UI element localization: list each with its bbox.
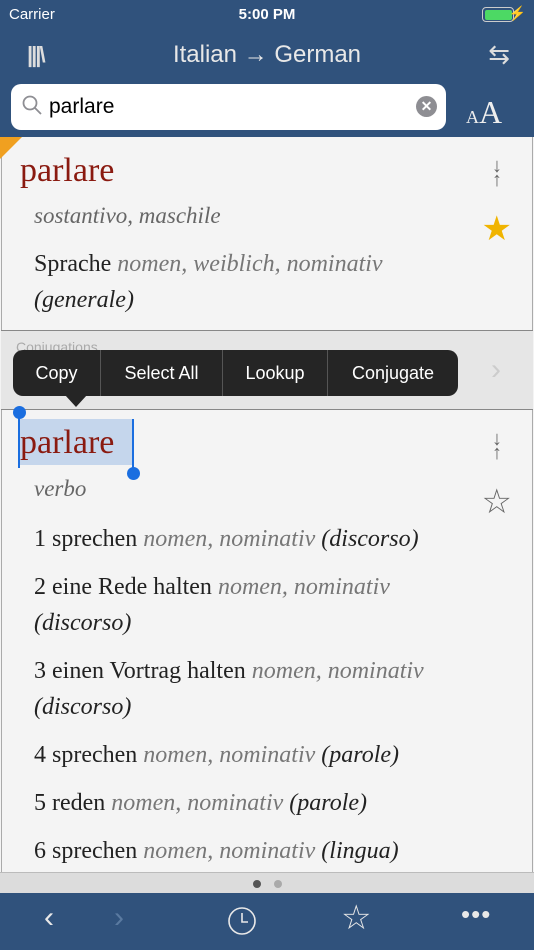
menu-select-all[interactable]: Select All — [101, 350, 223, 396]
collapse-icon[interactable]: ↓ ↑ — [492, 156, 502, 190]
context: (generale) — [34, 287, 134, 313]
favorite-corner-badge — [0, 137, 22, 159]
sense-context: (parole) — [321, 742, 400, 768]
sense-context: (discorso) — [34, 694, 132, 720]
charging-icon: ⚡ — [508, 5, 526, 21]
selection-knob-start[interactable] — [13, 406, 26, 419]
sense-grammar: nomen, nominativ — [217, 574, 390, 600]
forward-icon[interactable]: › — [114, 901, 124, 935]
clock: 5:00 PM — [238, 6, 296, 23]
part-of-speech: verbo — [34, 476, 87, 501]
back-icon[interactable]: ‹ — [44, 901, 54, 935]
sense-number: 6 — [34, 838, 46, 864]
page-dot — [274, 880, 282, 888]
search-icon — [22, 95, 42, 115]
star-filled-icon[interactable]: ★ — [482, 209, 512, 249]
status-bar: Carrier 5:00 PM ⚡ — [0, 4, 534, 26]
chevron-right-icon: › — [491, 353, 501, 386]
sense-translation: reden — [52, 790, 106, 816]
clear-icon[interactable]: ✕ — [416, 96, 437, 117]
star-outline-icon[interactable]: ☆ — [482, 482, 512, 522]
selection-handle-start[interactable] — [18, 413, 20, 468]
sense-number: 3 — [34, 658, 46, 684]
context-menu-arrow — [65, 395, 87, 407]
context-menu: Copy Select All Lookup Conjugate — [13, 350, 458, 396]
sense-item: 6 sprechen nomen, nominativ (lingua) — [34, 833, 472, 869]
sense-number: 2 — [34, 574, 46, 600]
sense-number: 5 — [34, 790, 46, 816]
search-bar: ✕ — [11, 84, 446, 130]
sense-context: (discorso) — [34, 610, 132, 636]
selection-handle-end[interactable] — [132, 419, 134, 471]
sense-translation: eine Rede halten — [52, 574, 212, 600]
headword: parlare — [20, 424, 115, 461]
sense-number: 1 — [34, 526, 46, 552]
sense-item: 2 eine Rede halten nomen, nominativ (dis… — [34, 569, 472, 641]
selection-knob-end[interactable] — [127, 467, 140, 480]
menu-conjugate[interactable]: Conjugate — [328, 350, 458, 396]
page-dot-active — [253, 880, 261, 888]
part-of-speech: sostantivo, maschile — [34, 203, 221, 228]
headword: parlare — [20, 152, 115, 189]
sense-item: 1 sprechen nomen, nominativ (discorso) — [34, 521, 472, 557]
sense-translation: sprechen — [52, 742, 138, 768]
collapse-icon[interactable]: ↓ ↑ — [492, 429, 502, 463]
font-size-button[interactable]: AA — [466, 94, 502, 131]
more-icon[interactable]: ••• — [461, 899, 491, 930]
grammar: nomen, weiblich, nominativ — [117, 251, 383, 277]
translation: Sprache nomen, weiblich, nominativ (gene… — [34, 246, 472, 318]
sense-grammar: nomen, nominativ — [111, 790, 284, 816]
sense-translation: einen Vortrag halten — [52, 658, 246, 684]
translation-text: Sprache — [34, 251, 112, 277]
sense-context: (discorso) — [321, 526, 419, 552]
page-indicator[interactable] — [0, 872, 534, 893]
font-big: A — [479, 94, 503, 130]
sense-grammar: nomen, nominativ — [143, 742, 316, 768]
menu-lookup[interactable]: Lookup — [223, 350, 328, 396]
sense-translation: sprechen — [52, 526, 138, 552]
nav-bar: |||\ Italian → German ⇆ — [0, 34, 534, 76]
page-title: Italian → German — [172, 41, 362, 68]
font-small: A — [466, 107, 479, 127]
favorites-star-icon[interactable]: ☆ — [341, 898, 371, 938]
sense-item: 5 reden nomen, nominativ (parole) — [34, 785, 472, 821]
sense-grammar: nomen, nominativ — [251, 658, 424, 684]
sense-item: 3 einen Vortrag halten nomen, nominativ … — [34, 653, 472, 725]
sense-context: (parole) — [289, 790, 368, 816]
sense-context: (lingua) — [321, 838, 399, 864]
search-input[interactable] — [49, 92, 409, 122]
sense-grammar: nomen, nominativ — [143, 838, 316, 864]
sense-number: 4 — [34, 742, 46, 768]
sense-grammar: nomen, nominativ — [143, 526, 316, 552]
swap-icon[interactable]: ⇆ — [488, 39, 510, 70]
entry-card: parlare sostantivo, maschile Sprache nom… — [1, 137, 533, 330]
menu-copy[interactable]: Copy — [13, 350, 101, 396]
bottom-toolbar: ‹ › ☆ ••• — [0, 893, 534, 950]
entry-card: parlare verbo ↓ ↑ ☆ 1 sprechen nomen, nom… — [1, 410, 533, 872]
sense-translation: sprechen — [52, 838, 138, 864]
sense-item: 4 sprechen nomen, nominativ (parole) — [34, 737, 472, 773]
history-clock-icon[interactable] — [227, 906, 257, 936]
